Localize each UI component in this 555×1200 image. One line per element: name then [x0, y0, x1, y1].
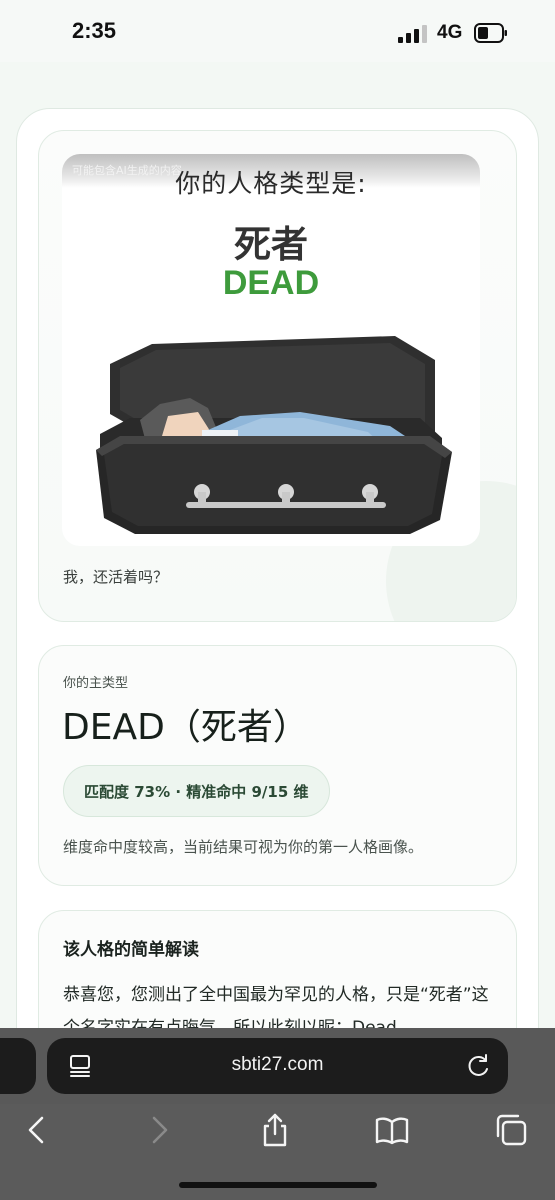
match-note: 维度命中度较高，当前结果可视为你的第一人格画像。 — [63, 838, 424, 856]
address-bar[interactable]: sbti27.com — [47, 1038, 508, 1094]
url-text[interactable]: sbti27.com — [47, 1054, 508, 1076]
image-type-cn: 死者 — [234, 223, 308, 266]
battery-icon — [474, 23, 507, 43]
share-icon[interactable] — [257, 1112, 293, 1148]
forward-icon[interactable] — [140, 1112, 176, 1148]
previous-tab-peek[interactable] — [0, 1038, 36, 1094]
back-icon[interactable] — [20, 1112, 56, 1148]
web-page[interactable]: 可能包含AI生成的内容 你的人格类型是: 死者 DEAD 我，还活着吗？ 你的主… — [0, 62, 555, 1028]
main-type-name: DEAD（死者） — [62, 707, 309, 748]
result-hero-card: 可能包含AI生成的内容 你的人格类型是: 死者 DEAD 我，还活着吗？ — [38, 130, 517, 622]
browser-bottom-bar: sbti27.com — [0, 1028, 555, 1200]
personality-reading-card: 该人格的简单解读 恭喜您，您测出了全中国最为罕见的人格，只是“死者”这个名字实在… — [38, 910, 517, 1028]
image-type-en: DEAD — [222, 264, 320, 302]
reading-body: 恭喜您，您测出了全中国最为罕见的人格，只是“死者”这个名字实在有点晦气，所以此刻… — [63, 985, 489, 1028]
tabs-icon[interactable] — [493, 1112, 529, 1148]
reload-icon[interactable] — [466, 1053, 492, 1079]
match-score-badge: 匹配度 73% · 精准命中 9/15 维 — [63, 765, 330, 817]
network-type: 4G — [437, 22, 463, 43]
main-type-card: 你的主类型 DEAD（死者） 匹配度 73% · 精准命中 9/15 维 维度命… — [38, 645, 517, 886]
coffin-illustration — [96, 336, 452, 534]
result-tagline: 我，还活着吗？ — [63, 568, 169, 586]
status-bar: 2:35 4G — [0, 0, 555, 62]
main-type-label: 你的主类型 — [63, 676, 129, 691]
result-image[interactable]: 可能包含AI生成的内容 你的人格类型是: 死者 DEAD — [62, 154, 480, 546]
reading-title: 该人格的简单解读 — [63, 940, 199, 960]
home-indicator — [179, 1182, 377, 1188]
status-time: 2:35 — [72, 18, 117, 43]
image-title: 你的人格类型是: — [175, 169, 367, 198]
cellular-signal-icon — [398, 25, 427, 43]
bookmarks-icon[interactable] — [374, 1112, 410, 1148]
